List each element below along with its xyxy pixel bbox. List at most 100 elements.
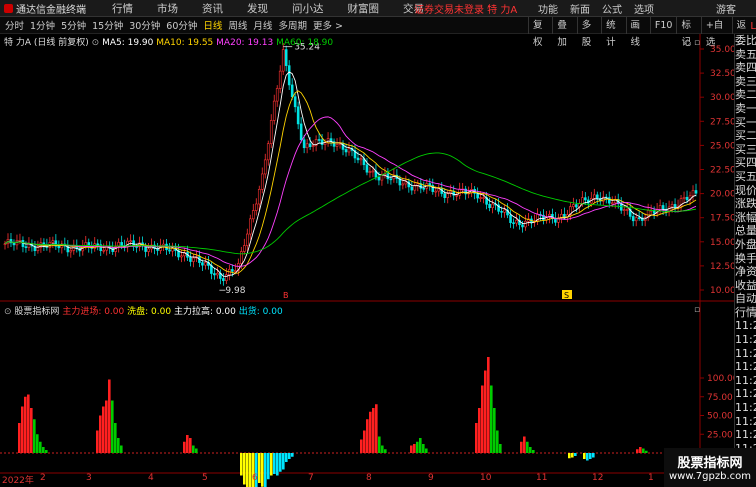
side-label-15[interactable]: 外盘 <box>735 238 756 252</box>
candle-body <box>278 70 282 89</box>
candle-body <box>344 149 348 153</box>
bar-cyan <box>279 453 282 472</box>
bar-red <box>369 411 372 453</box>
side-label-22[interactable]: 11:26 <box>735 319 756 333</box>
bar-red <box>639 447 642 453</box>
side-label-23[interactable]: 11:26 <box>735 333 756 347</box>
kline-chart[interactable]: 35.00 32.50 30.00 27.50 25.00 22.50 20.00 17.50… <box>0 0 734 487</box>
side-label-21[interactable]: 行情 <box>735 306 756 320</box>
side-label-20[interactable]: 自动 <box>735 292 756 306</box>
bar-cyan <box>282 453 285 470</box>
side-label-3[interactable]: 卖三 <box>735 75 756 89</box>
date-tick-7: 8 <box>366 473 372 483</box>
side-label-1[interactable]: 卖五 <box>735 48 756 62</box>
candle-body <box>389 178 393 181</box>
side-label-0[interactable]: 委比 <box>735 34 756 48</box>
main-in-label: 主力进场: 0.00 <box>62 307 125 317</box>
candle-body <box>3 243 7 246</box>
side-label-9[interactable]: 买四 <box>735 156 756 170</box>
side-label-4[interactable]: 卖二 <box>735 88 756 102</box>
price-tick-label: 12.50 <box>710 262 734 272</box>
bar-green <box>192 445 195 453</box>
side-label-6[interactable]: 买一 <box>735 116 756 130</box>
date-tick-9: 10 <box>480 473 492 483</box>
side-label-17[interactable]: 净资 <box>735 265 756 279</box>
side-label-30[interactable]: 11:26 <box>735 428 756 442</box>
side-label-29[interactable]: 11:26 <box>735 415 756 429</box>
bar-green <box>114 423 117 453</box>
bar-green <box>117 438 120 453</box>
candle-body <box>625 209 629 211</box>
bar-red <box>410 445 413 453</box>
side-label-10[interactable]: 买五 <box>735 170 756 184</box>
candle-body <box>515 219 518 224</box>
candle-body <box>401 183 405 186</box>
candle-body <box>607 197 611 204</box>
side-label-25[interactable]: 11:26 <box>735 360 756 374</box>
candle-body <box>410 186 414 191</box>
side-label-18[interactable]: 收益 <box>735 279 756 293</box>
bar-red <box>366 419 369 453</box>
candle-body <box>147 248 150 252</box>
price-tick-label: 20.00 <box>710 190 734 200</box>
candle-body <box>57 245 61 249</box>
side-label-24[interactable]: 11:26 <box>735 347 756 361</box>
bar-cyan <box>288 453 291 459</box>
candle-body <box>335 144 339 147</box>
candle-body <box>204 262 207 266</box>
date-tick-5: 6 <box>252 473 258 483</box>
candle-body <box>365 164 369 173</box>
ind-tick-label: 75.00 <box>707 393 733 403</box>
raise-label: 主力拉高: 0.00 <box>173 307 236 317</box>
candle-body <box>347 148 351 153</box>
bar-green <box>490 385 493 453</box>
side-label-14[interactable]: 总量 <box>735 224 756 238</box>
bar-red <box>372 408 375 453</box>
indicator-icon: ⊙ <box>4 307 12 317</box>
side-label-27[interactable]: 11:26 <box>735 387 756 401</box>
candle-body <box>311 145 315 147</box>
side-label-11[interactable]: 现价 <box>735 184 756 198</box>
side-label-26[interactable]: 11:26 <box>735 374 756 388</box>
candle-body <box>120 242 123 246</box>
ma60-line <box>4 152 697 255</box>
candle-body <box>222 278 225 281</box>
bar-green <box>111 400 114 453</box>
date-tick-4: 5 <box>202 473 208 483</box>
date-tick-11: 12 <box>592 473 604 483</box>
side-label-13[interactable]: 涨幅 <box>735 211 756 225</box>
bar-red <box>183 441 186 453</box>
candle-body <box>572 204 575 207</box>
candle-body <box>168 249 171 252</box>
candle-body <box>509 214 512 223</box>
candle-body <box>246 233 249 246</box>
candle-body <box>320 139 324 145</box>
bar-cyan <box>589 453 592 459</box>
side-label-12[interactable]: 涨跌 <box>735 197 756 211</box>
candle-body <box>225 274 228 281</box>
ma20-line <box>4 116 697 267</box>
ma-stock-icon: ⊙ <box>91 38 100 48</box>
candle-body <box>296 106 300 125</box>
side-label-7[interactable]: 买二 <box>735 129 756 143</box>
side-label-2[interactable]: 卖四 <box>735 61 756 75</box>
side-label-28[interactable]: 11:26 <box>735 401 756 415</box>
bar-red <box>105 400 108 453</box>
candle-body <box>180 255 183 258</box>
candle-body <box>479 197 482 199</box>
date-tick-8: 9 <box>428 473 434 483</box>
candle-body <box>272 100 276 121</box>
side-label-5[interactable]: 卖一 <box>735 102 756 116</box>
candle-body <box>658 205 662 210</box>
watermark: 股票指标网 www.7gpzb.com <box>664 448 756 487</box>
date-tick-0: 2022年 <box>2 476 34 486</box>
date-tick-12: 1 <box>648 473 654 483</box>
candle-body <box>287 65 291 86</box>
price-tick-label: 17.50 <box>710 214 734 224</box>
side-label-8[interactable]: 买三 <box>735 143 756 157</box>
bar-red <box>27 394 30 453</box>
price-tick-label: 25.00 <box>710 141 734 151</box>
candle-body <box>670 204 674 208</box>
side-label-16[interactable]: 换手 <box>735 252 756 266</box>
candle-body <box>575 204 578 208</box>
